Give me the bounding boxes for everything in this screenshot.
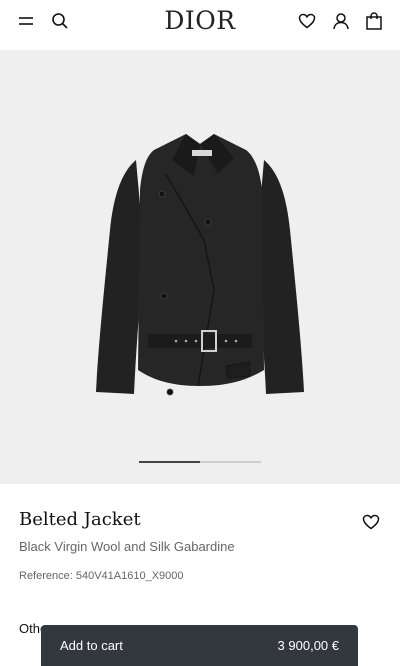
gallery-progress xyxy=(139,461,261,463)
add-to-cart-label: Add to cart xyxy=(60,638,123,653)
product-image xyxy=(96,134,304,396)
account-button[interactable] xyxy=(329,9,353,33)
favorite-button[interactable] xyxy=(359,510,383,534)
heart-icon xyxy=(298,13,316,29)
header: DIOR xyxy=(0,0,400,44)
gallery-progress-fill xyxy=(139,461,200,463)
product-gallery[interactable] xyxy=(0,50,400,484)
product-subtitle: Black Virgin Wool and Silk Gabardine xyxy=(19,539,235,554)
add-to-cart-button[interactable]: Add to cart 3 900,00 € xyxy=(41,625,358,666)
product-title: Belted Jacket xyxy=(19,509,141,530)
shopping-bag-icon xyxy=(366,12,382,30)
user-icon xyxy=(333,13,349,30)
wishlist-button[interactable] xyxy=(295,9,319,33)
bag-button[interactable] xyxy=(362,9,386,33)
product-reference: Reference: 540V41A1610_X9000 xyxy=(19,570,184,582)
price: 3 900,00 € xyxy=(277,638,339,653)
heart-icon xyxy=(362,514,380,530)
